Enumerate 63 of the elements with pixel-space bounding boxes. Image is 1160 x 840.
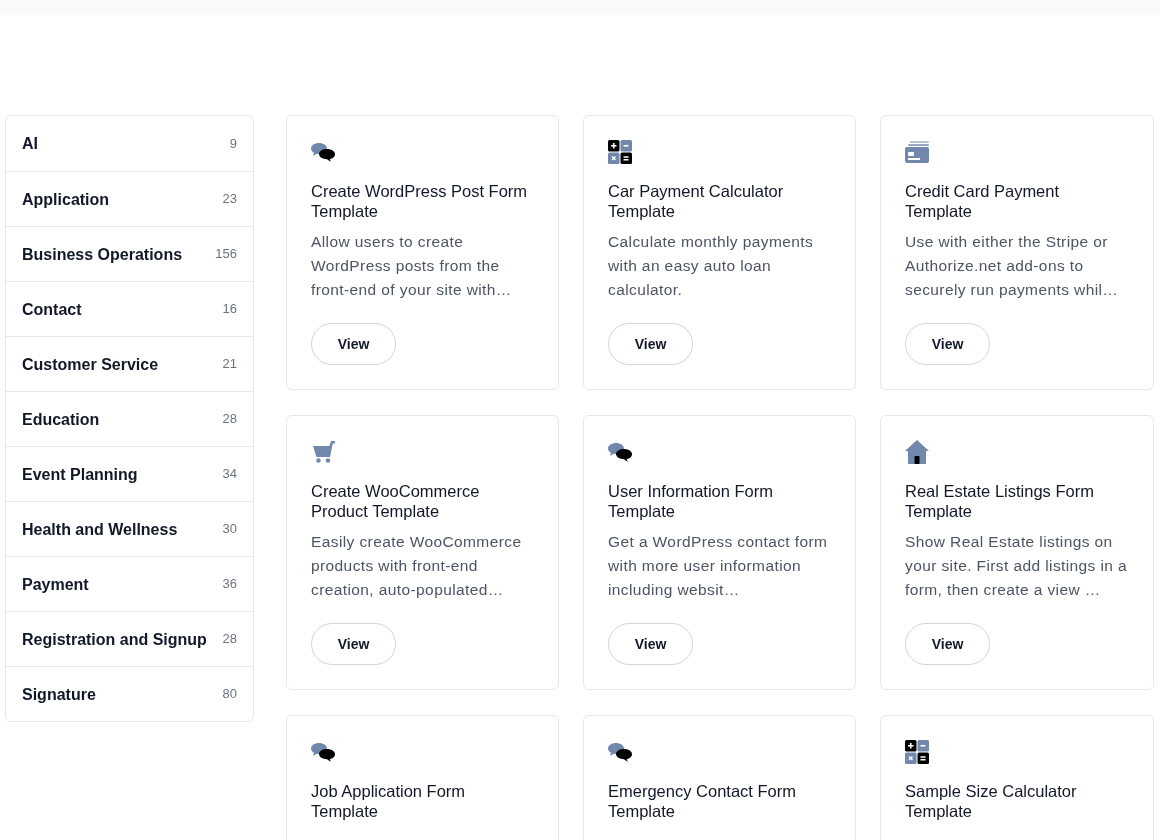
chat-bubbles-icon xyxy=(311,142,335,162)
category-item[interactable]: Registration and Signup 28 xyxy=(6,611,253,666)
template-title: Sample Size Calculator Template xyxy=(905,781,1078,821)
chat-bubbles-icon xyxy=(608,742,632,762)
calculator-icon xyxy=(905,740,929,764)
view-button[interactable]: View xyxy=(905,323,990,365)
template-description: Use with either the Stripe or Authorize.net add-ons to securely run payments whil… xyxy=(905,232,1120,300)
credit-card-icon xyxy=(905,141,929,163)
category-item[interactable]: Event Planning 34 xyxy=(6,446,253,501)
category-count: 80 xyxy=(222,685,237,704)
category-count: 16 xyxy=(222,300,237,319)
template-description: Show Real Estate listings on your site. First add listings in a form, then create a view … xyxy=(905,532,1129,600)
category-count: 21 xyxy=(222,355,237,374)
template-title: Car Payment Calculator Template xyxy=(608,181,785,221)
view-button[interactable]: View xyxy=(905,623,990,665)
house-icon xyxy=(905,440,929,464)
category-count: 30 xyxy=(222,520,237,539)
category-item[interactable]: AI 9 xyxy=(6,116,253,171)
category-item[interactable]: Application 23 xyxy=(6,171,253,226)
category-count: 9 xyxy=(229,134,237,153)
category-name: Event Planning xyxy=(22,464,138,485)
category-item[interactable]: Signature 80 xyxy=(6,666,253,721)
category-count: 28 xyxy=(222,410,237,429)
template-title: Emergency Contact Form Template xyxy=(608,781,797,821)
template-description: Calculate monthly payments with an easy auto loan calculator. xyxy=(608,232,815,300)
category-item[interactable]: Contact 16 xyxy=(6,281,253,336)
view-button[interactable]: View xyxy=(311,323,396,365)
shopping-cart-icon xyxy=(311,441,335,463)
view-button[interactable]: View xyxy=(608,623,693,665)
template-title: Create WooCommerce Product Template xyxy=(311,481,481,521)
category-name: Business Operations xyxy=(22,244,183,265)
view-button[interactable]: View xyxy=(311,623,396,665)
template-title: Credit Card Payment Template xyxy=(905,181,1061,221)
category-item[interactable]: Payment 36 xyxy=(6,556,253,611)
category-name: Contact xyxy=(22,299,82,320)
category-name: Education xyxy=(22,409,100,430)
category-item[interactable]: Education 28 xyxy=(6,391,253,446)
calculator-icon xyxy=(608,140,632,164)
category-count: 156 xyxy=(215,245,237,264)
category-count: 36 xyxy=(222,575,237,594)
template-description: Easily create WooCommerce products with front-end creation, auto-populated… xyxy=(311,532,523,600)
template-title: Create WordPress Post Form Template xyxy=(311,181,529,221)
template-description: Allow users to create WordPress posts from the front-end of your site with… xyxy=(311,232,513,300)
category-item[interactable]: Customer Service 21 xyxy=(6,336,253,391)
template-title: User Information Form Template xyxy=(608,481,775,521)
template-title: Job Application Form Template xyxy=(311,781,467,821)
category-name: AI xyxy=(22,134,38,154)
category-count: 34 xyxy=(222,465,237,484)
category-name: Customer Service xyxy=(22,354,159,375)
chat-bubbles-icon xyxy=(311,742,335,762)
category-item[interactable]: Business Operations 156 xyxy=(6,226,253,281)
template-title: Real Estate Listings Form Template xyxy=(905,481,1095,521)
category-name: Registration and Signup xyxy=(22,629,207,650)
view-button[interactable]: View xyxy=(608,323,693,365)
category-item[interactable]: Health and Wellness 30 xyxy=(6,501,253,556)
category-count: 23 xyxy=(222,190,237,209)
category-name: Application xyxy=(22,189,110,210)
category-name: Health and Wellness xyxy=(22,519,178,540)
category-count: 28 xyxy=(222,630,237,649)
template-description: Get a WordPress contact form with more user information including websit… xyxy=(608,532,829,600)
category-name: Signature xyxy=(22,684,96,705)
chat-bubbles-icon xyxy=(608,442,632,462)
category-name: Payment xyxy=(22,574,89,595)
